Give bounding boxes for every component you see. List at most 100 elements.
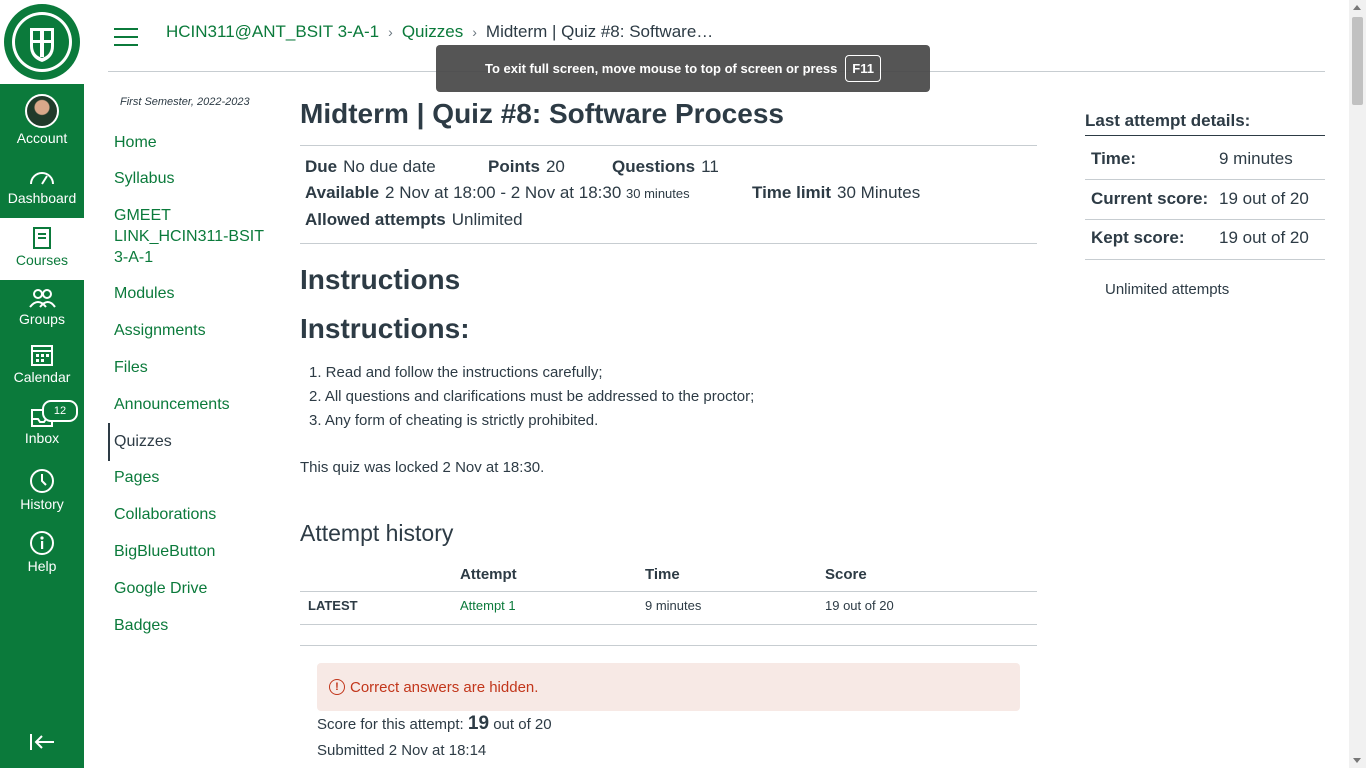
nav-dashboard-label: Dashboard [7, 190, 77, 206]
course-nav-collaborations[interactable]: Collaborations [114, 504, 216, 525]
attempts-value: Unlimited [451, 210, 523, 229]
nav-courses-label: Courses [15, 252, 69, 268]
instruction-item: 2. All questions and clarifications must… [309, 388, 755, 405]
nav-dashboard[interactable]: Dashboard [0, 166, 84, 216]
quiz-available: Available 2 Nov at 18:00 - 2 Nov at 18:30… [305, 183, 690, 203]
course-nav-announcements[interactable]: Announcements [114, 394, 230, 415]
submitted-timestamp: Submitted 2 Nov at 18:14 [317, 742, 487, 759]
table-row-divider [300, 624, 1037, 625]
scroll-down-arrow-icon[interactable] [1353, 758, 1361, 763]
title-divider [300, 145, 1037, 146]
sidebar-heading-divider [1085, 135, 1325, 136]
fullscreen-toast-text: To exit full screen, move mouse to top o… [485, 61, 838, 76]
dashboard-icon [30, 172, 54, 185]
points-value: 20 [545, 157, 565, 176]
nav-calendar[interactable]: Calendar [0, 343, 84, 393]
column-header-attempt: Attempt [460, 566, 517, 583]
course-nav-files[interactable]: Files [114, 357, 148, 378]
breadcrumb-current: Midterm | Quiz #8: Software… [485, 22, 714, 41]
course-nav-badges[interactable]: Badges [114, 615, 168, 636]
attempt-score: 19 out of 20 [825, 598, 894, 613]
breadcrumb: HCIN311@ANT_BSIT 3-A-1 › Quizzes › Midte… [166, 22, 713, 42]
nav-groups[interactable]: Groups [0, 287, 84, 337]
attempt-history-heading: Attempt history [300, 520, 454, 546]
attempts-label: Allowed attempts [305, 210, 446, 229]
available-duration: 30 minutes [626, 186, 690, 201]
warning-icon: ! [329, 679, 345, 695]
alert-text: Correct answers are hidden. [350, 678, 539, 696]
calendar-icon [31, 345, 53, 366]
course-nav-home[interactable]: Home [114, 132, 157, 153]
nav-help[interactable]: Help [0, 530, 84, 580]
quiz-due: Due No due date [305, 157, 436, 177]
sidebar-time-label: Time: [1091, 149, 1137, 168]
time-limit-label: Time limit [752, 183, 832, 202]
table-header-divider [300, 591, 1037, 592]
results-divider [300, 645, 1037, 646]
available-label: Available [305, 183, 380, 202]
fullscreen-exit-toast: To exit full screen, move mouse to top o… [436, 45, 930, 92]
nav-history[interactable]: History [0, 468, 84, 518]
attempt-1-link[interactable]: Attempt 1 [460, 598, 516, 613]
collapse-nav-button[interactable] [0, 732, 84, 756]
global-navigation: Account Dashboard Courses Groups Calenda… [0, 0, 84, 768]
scroll-up-arrow-icon[interactable] [1353, 5, 1361, 10]
quiz-points: Points 20 [488, 157, 565, 177]
breadcrumb-separator-icon: › [388, 24, 393, 40]
table-row: Attempt 1 [460, 598, 516, 613]
points-label: Points [488, 157, 540, 176]
nav-account-label: Account [16, 130, 68, 146]
unlimited-attempts-note: Unlimited attempts [1105, 281, 1230, 298]
attempt-score-line: Score for this attempt: 19 out of 20 [317, 713, 552, 735]
course-menu-toggle-button[interactable] [114, 28, 138, 46]
course-nav-quizzes[interactable]: Quizzes [114, 431, 172, 452]
course-nav-google-drive[interactable]: Google Drive [114, 578, 207, 599]
column-header-time: Time [645, 566, 680, 583]
instructions-heading: Instructions [300, 264, 461, 295]
course-nav-gmeet-link[interactable]: GMEET LINK_HCIN311-BSIT 3-A-1 [114, 205, 274, 268]
course-nav-assignments[interactable]: Assignments [114, 320, 206, 341]
breadcrumb-quizzes-link[interactable]: Quizzes [402, 22, 463, 42]
available-value: 2 Nov at 18:00 - 2 Nov at 18:30 [385, 183, 622, 202]
instruction-item: 3. Any form of cheating is strictly proh… [309, 412, 599, 429]
score-value: 19 [467, 713, 490, 734]
quiz-questions: Questions 11 [612, 157, 719, 177]
instruction-item: 1. Read and follow the instructions care… [309, 364, 603, 381]
sidebar-row-divider [1085, 259, 1325, 260]
nav-groups-label: Groups [19, 311, 65, 327]
nav-inbox[interactable]: 12 Inbox [0, 400, 84, 456]
breadcrumb-separator-icon: › [472, 24, 477, 40]
attempt-time: 9 minutes [645, 598, 702, 613]
sidebar-time-value: 9 minutes [1219, 149, 1293, 168]
groups-icon [29, 289, 56, 308]
inbox-unread-badge: 12 [42, 400, 78, 422]
course-nav-pages[interactable]: Pages [114, 467, 159, 488]
school-logo[interactable] [0, 0, 84, 84]
last-attempt-heading: Last attempt details: [1085, 111, 1251, 130]
sidebar-current-score-label: Current score: [1091, 189, 1209, 208]
help-icon [30, 531, 54, 555]
nav-calendar-label: Calendar [13, 369, 71, 385]
nav-inbox-label: Inbox [24, 430, 60, 446]
active-nav-indicator [108, 423, 110, 461]
sidebar-current-score-value: 19 out of 20 [1219, 189, 1309, 208]
nav-courses[interactable]: Courses [0, 218, 84, 280]
due-label: Due [305, 157, 338, 176]
time-limit-value: 30 Minutes [837, 183, 921, 202]
column-header-score: Score [825, 566, 867, 583]
page-scrollbar[interactable] [1349, 0, 1366, 768]
scrollbar-thumb[interactable] [1352, 17, 1363, 105]
course-nav-syllabus[interactable]: Syllabus [114, 168, 174, 189]
sidebar-row-divider [1085, 179, 1325, 180]
course-nav-modules[interactable]: Modules [114, 283, 174, 304]
user-avatar [25, 94, 59, 128]
nav-help-label: Help [27, 558, 57, 574]
sidebar-kept-score-label: Kept score: [1091, 228, 1185, 247]
breadcrumb-course-link[interactable]: HCIN311@ANT_BSIT 3-A-1 [166, 22, 379, 42]
questions-value: 11 [701, 157, 719, 176]
nav-account[interactable]: Account [0, 94, 84, 152]
courses-icon [33, 227, 51, 249]
quiz-title: Midterm | Quiz #8: Software Process [300, 98, 784, 129]
instructions-list: 1. Read and follow the instructions care… [309, 361, 754, 433]
course-nav-bigbluebutton[interactable]: BigBlueButton [114, 541, 215, 562]
